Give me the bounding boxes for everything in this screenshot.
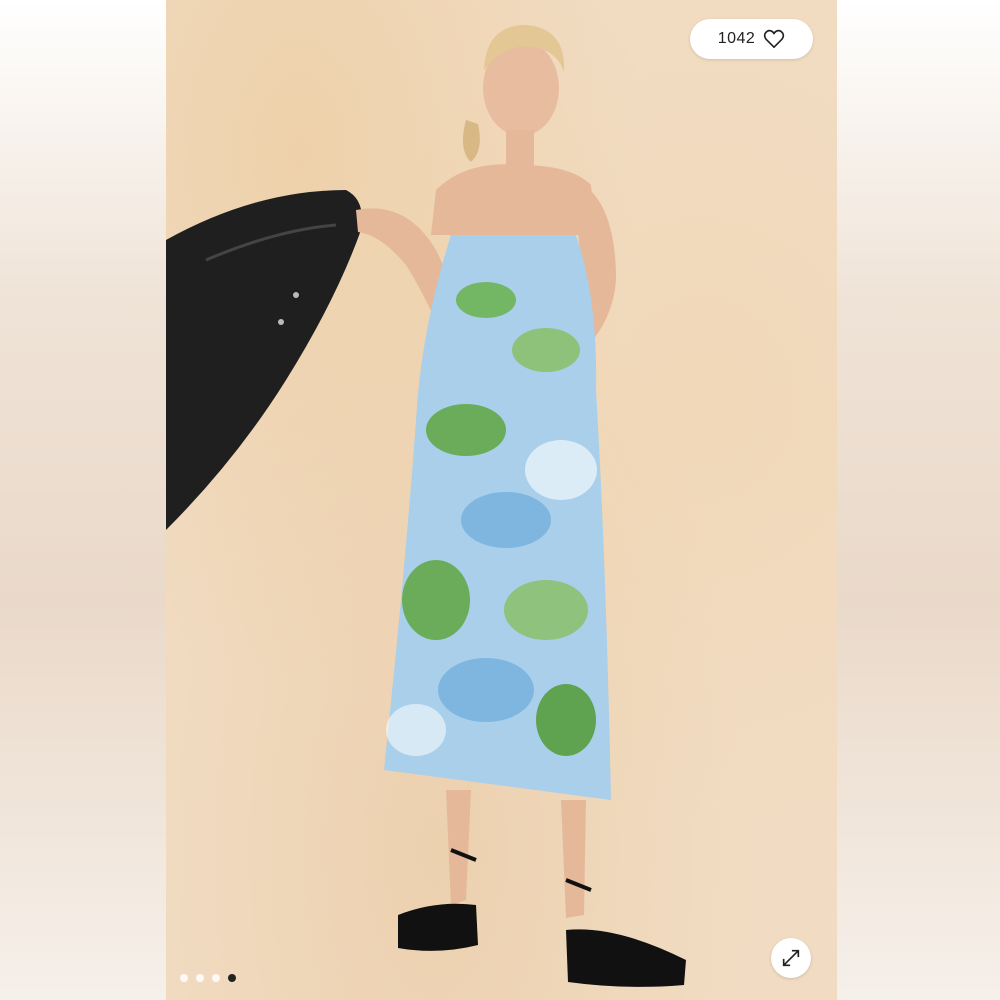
carousel-dot-4[interactable]: [228, 974, 236, 982]
blurred-left-margin: [0, 0, 166, 1000]
carousel-pagination: [180, 974, 236, 982]
carousel-dot-2[interactable]: [196, 974, 204, 982]
like-count: 1042: [717, 30, 756, 47]
product-photo-illustration: [166, 25, 686, 987]
expand-image-button[interactable]: [771, 938, 811, 978]
blurred-right-margin: [837, 0, 1000, 1000]
carousel-dot-3[interactable]: [212, 974, 220, 982]
expand-arrows-icon: [782, 949, 800, 967]
heart-outline-icon: [764, 29, 785, 48]
product-photo[interactable]: [166, 0, 837, 1000]
carousel-dot-1[interactable]: [180, 974, 188, 982]
like-button[interactable]: 1042: [690, 19, 813, 59]
